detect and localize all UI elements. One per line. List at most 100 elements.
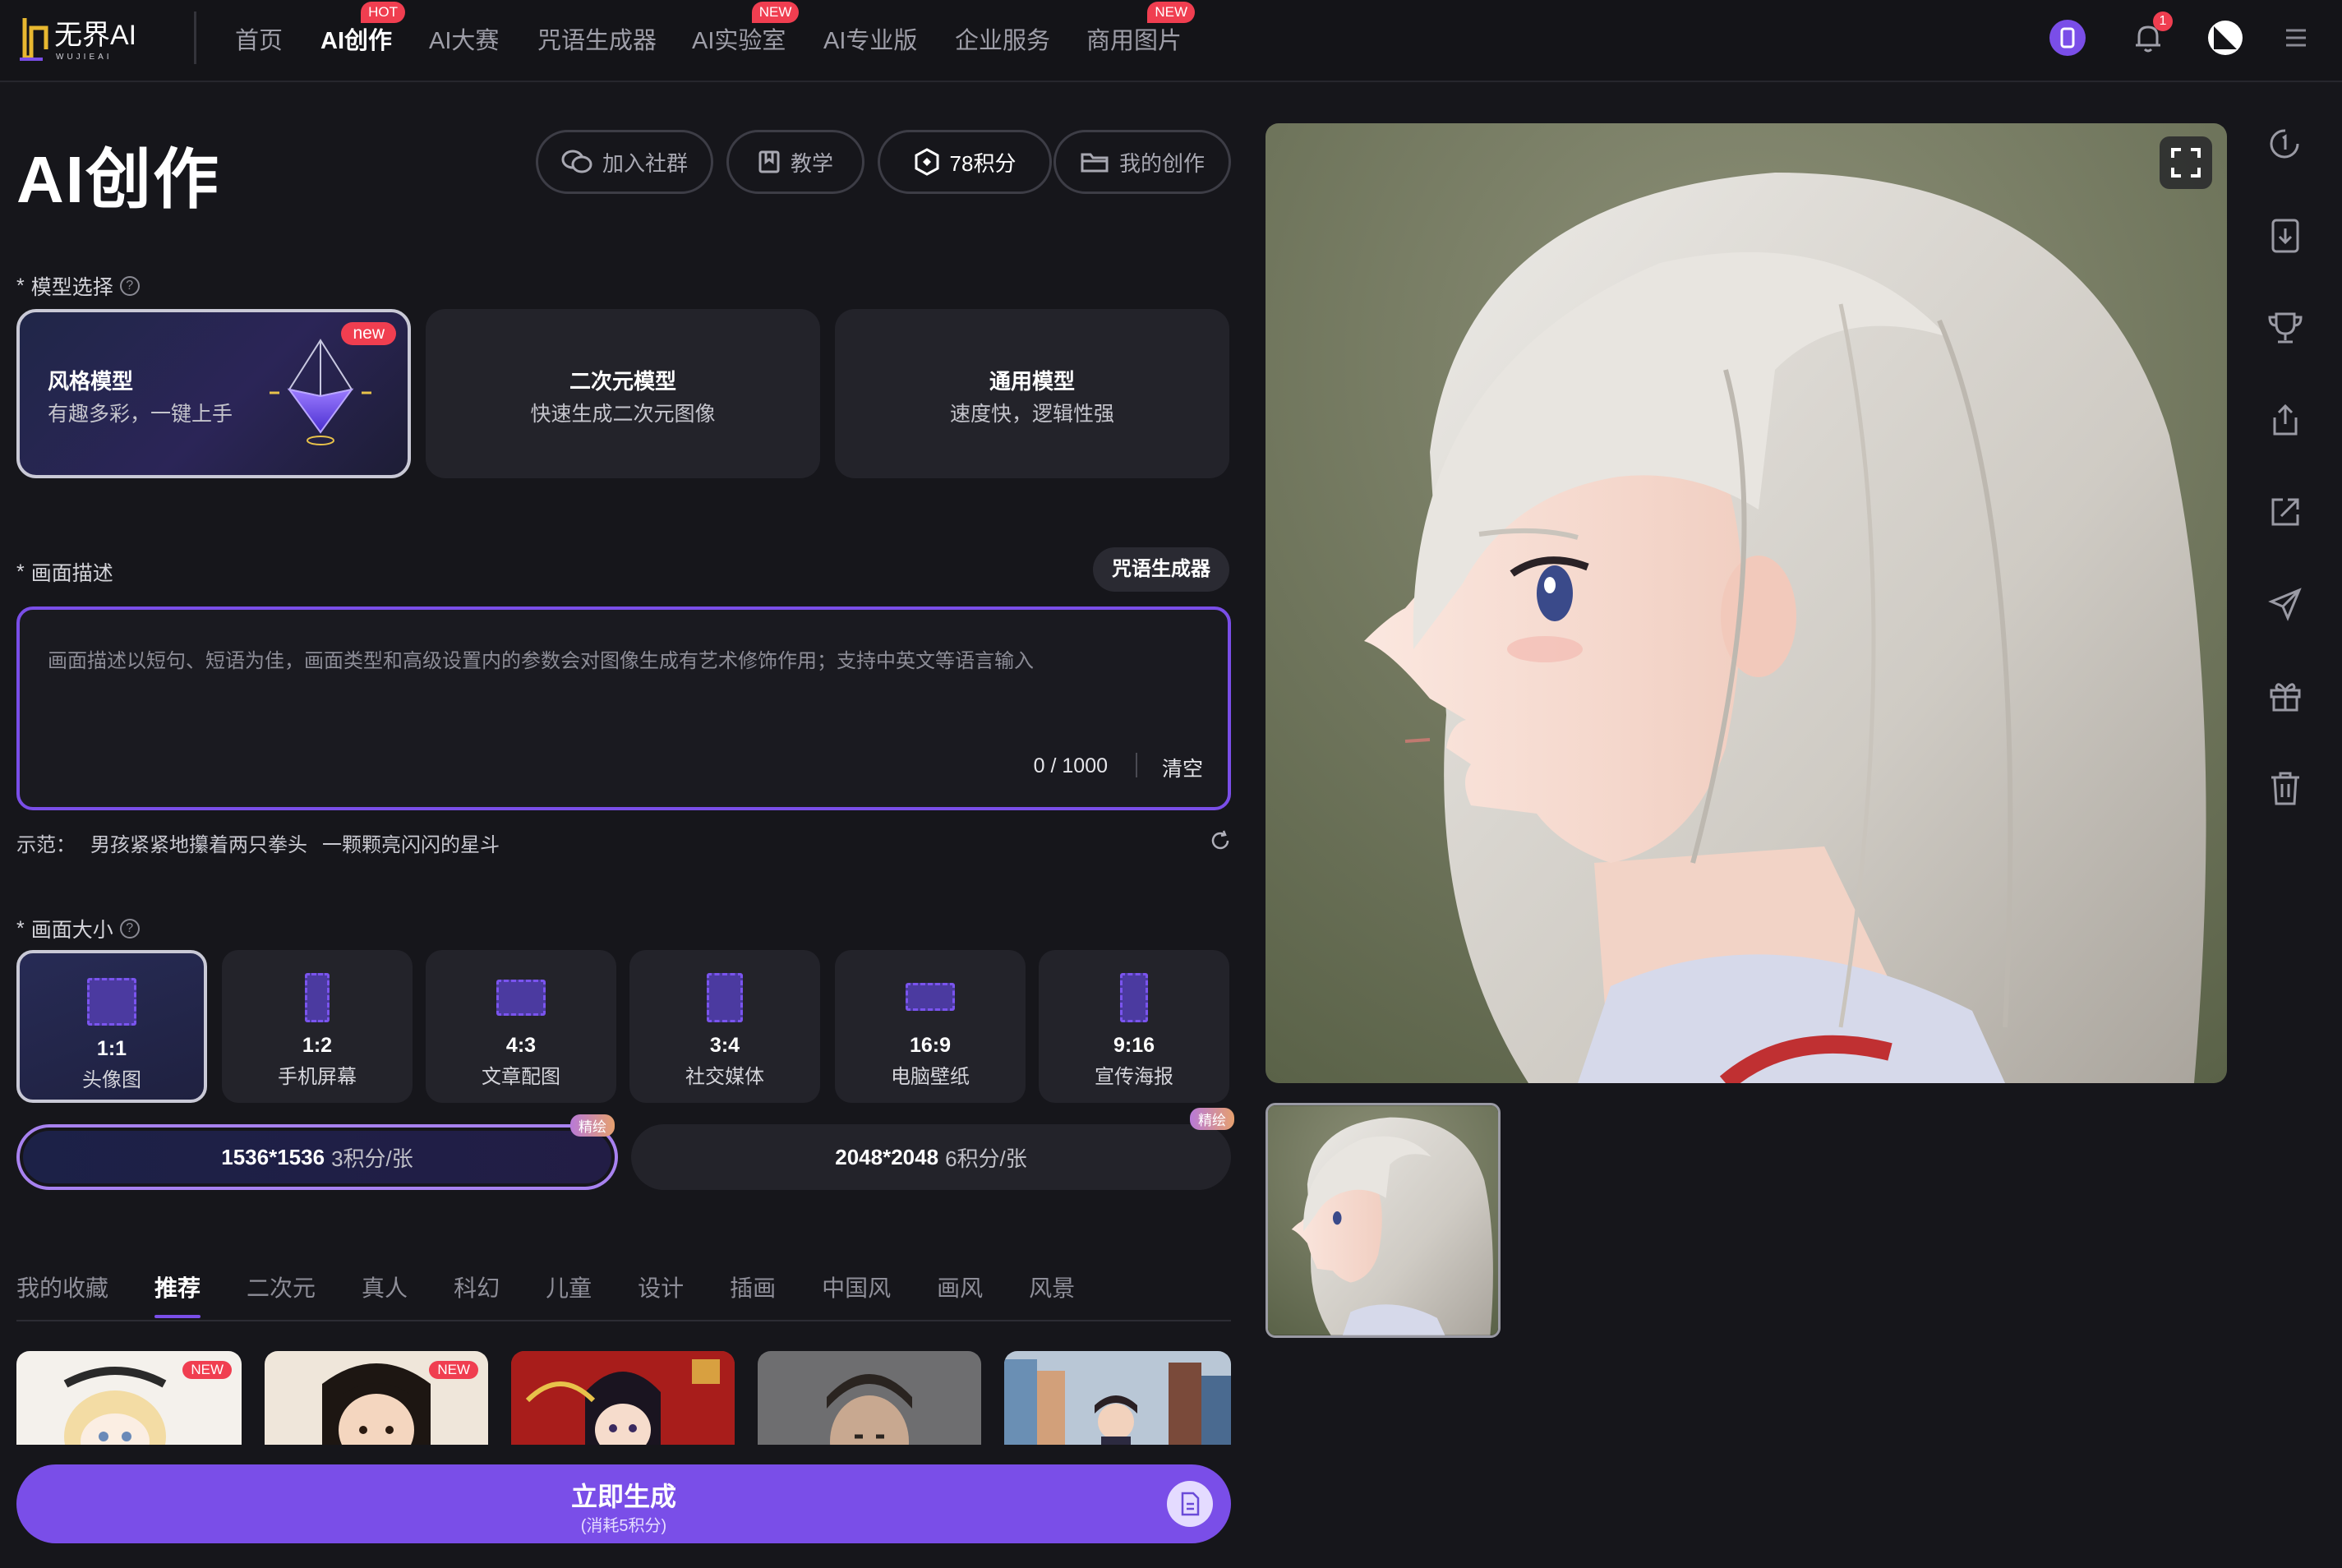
export-tool[interactable] [2265,491,2306,533]
nav-label: 咒语生成器 [537,28,657,54]
folder-icon [1081,153,1109,173]
resolution-2048[interactable]: 2048*2048 6积分/张 精绘 [631,1108,1234,1190]
resolution-1536[interactable]: 1536*1536 3积分/张 精绘 [20,1114,615,1187]
tab-recommended[interactable]: 推荐 [154,1271,201,1318]
tutorial-button[interactable]: 教学 [726,130,864,194]
nav-item-ai-pro[interactable]: AI专业版 [823,21,917,56]
download-icon [2271,219,2299,253]
model-card-style[interactable]: 风格模型 有趣多彩，一键上手 new [16,309,411,478]
model-card-anime[interactable]: 二次元模型 快速生成二次元图像 [426,309,820,478]
download-tool[interactable] [2265,215,2306,256]
tab-painting-style[interactable]: 画风 [937,1271,983,1303]
send-tool[interactable] [2265,583,2306,625]
style-thumbnail[interactable]: NEW [16,1351,242,1445]
refresh-icon [1211,830,1229,850]
prompt-placeholder: 画面描述以短句、短语为佳，画面类型和高级设置内的参数会对图像生成有艺术修饰作用；… [48,650,1034,672]
hot-badge: HOT [361,2,406,23]
size-section-label: * 画面大小 ? [16,914,140,943]
style-thumbnail[interactable] [1004,1351,1231,1445]
style-thumbnail[interactable]: NEW [265,1351,488,1445]
spell-generator-button[interactable]: 咒语生成器 [1093,547,1229,592]
menu-button[interactable] [2278,20,2314,56]
my-creations-label: 我的创作 [1118,150,1205,176]
size-option-3-4[interactable]: 3:4 社交媒体 [629,950,820,1103]
contest-tool[interactable] [2265,307,2306,348]
size-ratio: 1:2 [302,1034,333,1057]
aspect-poster-icon [1120,973,1148,1022]
tab-anime[interactable]: 二次元 [247,1271,316,1303]
fullscreen-button[interactable] [2160,136,2212,189]
hamburger-menu-icon [2286,29,2306,47]
nav-label: 商用图片 [1086,28,1183,54]
counter-divider [1136,753,1137,777]
points-button[interactable]: 78积分 [878,130,1052,194]
user-avatar[interactable] [2207,20,2243,56]
tab-realistic[interactable]: 真人 [362,1271,408,1303]
tab-kids[interactable]: 儿童 [546,1271,592,1303]
prompt-section-label: * 画面描述 [16,557,113,587]
notification-button[interactable]: 1 [2130,12,2173,56]
generated-image-preview[interactable] [1266,123,2227,1083]
nav-item-enterprise[interactable]: 企业服务 [955,21,1050,56]
clear-button[interactable]: 清空 [1162,753,1203,782]
history-tool[interactable] [2265,123,2306,164]
generate-label: 立即生成 [570,1482,676,1511]
gift-tool[interactable] [2265,676,2306,717]
history-thumbnail[interactable] [1266,1103,1501,1338]
size-option-16-9[interactable]: 16:9 电脑壁纸 [835,950,1026,1103]
help-icon[interactable]: ? [119,919,140,938]
size-usage: 文章配图 [482,1066,560,1088]
logo-text: 无界AI [54,20,136,51]
nav-item-spell-generator[interactable]: 咒语生成器 [537,21,657,56]
nav-label: AI大赛 [429,28,500,54]
avatar-icon [2208,21,2243,55]
refined-tag: 精绘 [570,1114,615,1137]
size-option-1-1[interactable]: 1:1 头像图 [16,950,207,1103]
example-prompt[interactable]: 男孩紧紧地攥着两只拳头 [90,828,307,857]
tab-scifi[interactable]: 科幻 [454,1271,500,1303]
my-creations-button[interactable]: 我的创作 [1053,130,1231,194]
resolution-cost: 3积分/张 [331,1146,413,1171]
params-button[interactable] [1167,1481,1213,1527]
logo-mark-icon: 无界AI WUJIEAI [20,18,136,62]
tab-design[interactable]: 设计 [638,1271,684,1303]
prompt-input[interactable]: 画面描述以短句、短语为佳，画面类型和高级设置内的参数会对图像生成有艺术修饰作用；… [16,606,1231,810]
trash-icon [2271,772,2299,805]
nav-item-ai-create[interactable]: AI创作 HOT [320,2,406,56]
tab-illustration[interactable]: 插画 [730,1271,776,1303]
notification-count: 1 [2153,12,2173,31]
nav-label: AI实验室 [692,28,786,54]
size-usage: 头像图 [82,1069,141,1091]
tab-chinese-style[interactable]: 中国风 [822,1271,891,1303]
shield-points-icon [915,148,939,176]
style-thumbnail[interactable] [758,1351,981,1445]
model-card-general[interactable]: 通用模型 速度快，逻辑性强 [835,309,1229,478]
new-tag: NEW [429,1361,478,1379]
share-tool[interactable] [2265,399,2306,440]
nav-item-ai-contest[interactable]: AI大赛 [429,21,499,56]
size-option-4-3[interactable]: 4:3 文章配图 [426,950,616,1103]
refresh-examples-button[interactable] [1208,828,1233,853]
new-badge: NEW [1147,2,1196,23]
size-option-1-2[interactable]: 1:2 手机屏幕 [222,950,413,1103]
delete-tool[interactable] [2265,768,2306,809]
example-prompt[interactable]: 一颗颗亮闪闪的星斗 [322,828,500,857]
model-subtitle: 速度快，逻辑性强 [949,403,1114,426]
mobile-app-button[interactable] [2049,20,2086,56]
nav-item-ai-lab[interactable]: AI实验室 NEW [692,2,800,56]
logo[interactable]: 无界AI WUJIEAI [18,12,162,64]
new-badge: NEW [751,2,800,23]
style-thumbnail[interactable] [511,1351,735,1445]
nav-item-home[interactable]: 首页 [235,21,283,56]
nav-label: 首页 [235,28,284,54]
join-group-button[interactable]: 加入社群 [536,130,713,194]
document-icon [1181,1492,1200,1516]
tab-landscape[interactable]: 风景 [1029,1271,1075,1303]
size-ratio: 3:4 [709,1034,740,1057]
help-icon[interactable]: ? [119,276,140,296]
generate-button[interactable]: 立即生成 (消耗5积分) [16,1464,1231,1543]
size-option-9-16[interactable]: 9:16 宣传海报 [1039,950,1229,1103]
style-preview-image [1004,1359,1231,1445]
tab-favorites[interactable]: 我的收藏 [16,1271,108,1303]
nav-item-commercial-images[interactable]: 商用图片 NEW [1086,2,1196,56]
